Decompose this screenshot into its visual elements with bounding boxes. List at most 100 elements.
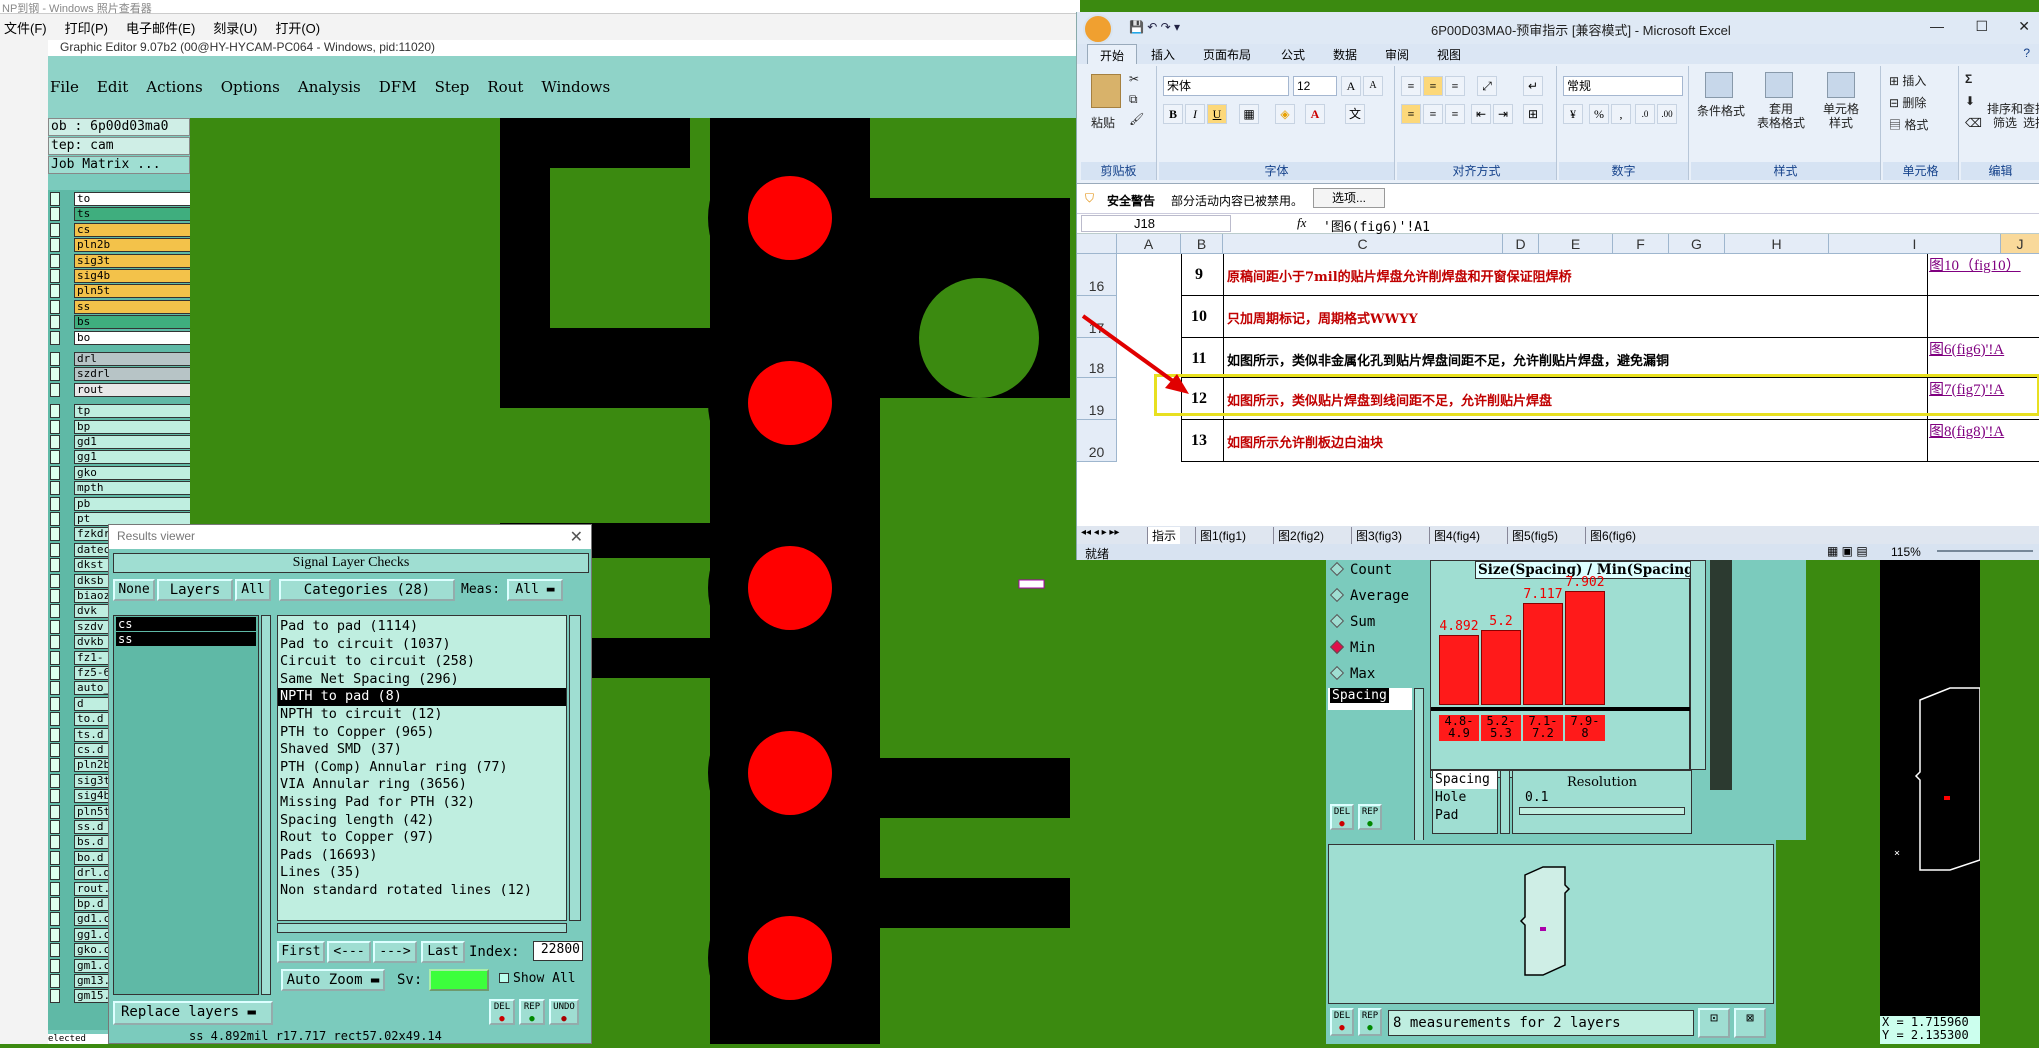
misc-toggle-30[interactable]	[50, 866, 60, 881]
col-header-c[interactable]: C	[1223, 234, 1503, 254]
radio-icon[interactable]	[1329, 587, 1345, 603]
categories-scrollbar[interactable]	[569, 615, 581, 921]
percent-icon[interactable]: %	[1589, 104, 1609, 124]
drill-toggle-2[interactable]	[50, 382, 60, 397]
stat-option-sum[interactable]: Sum	[1329, 613, 1375, 630]
misc-layer-3[interactable]: gg1	[74, 450, 200, 465]
sheet-grid[interactable]: A B C D E F G H I J 16 9 原稿间距小于7mil的贴片焊盘允许…	[1077, 234, 2039, 526]
bold-button[interactable]: B	[1163, 104, 1183, 124]
board-layer-5[interactable]: sig4b	[74, 269, 200, 283]
copy-icon[interactable]: ⧉	[1129, 92, 1138, 107]
item-link[interactable]: 图8(fig8)'!A	[1929, 424, 2029, 460]
security-options-button[interactable]: 选项...	[1313, 188, 1385, 208]
misc-toggle-12[interactable]	[50, 589, 60, 603]
stat-option-average[interactable]: Average	[1329, 587, 1409, 604]
sheet-tab-2[interactable]: 图2(fig2)	[1273, 527, 1328, 544]
category-item[interactable]: PTH to Copper (965)	[278, 724, 566, 742]
undo-button[interactable]: UNDO ●	[549, 999, 579, 1025]
viewer-menu-print[interactable]: 打印(P)	[65, 18, 108, 37]
categories-button[interactable]: Categories (28)	[279, 579, 455, 601]
category-item[interactable]: Rout to Copper (97)	[278, 829, 566, 847]
quick-access-toolbar[interactable]: 💾 ↶ ↷ ▾	[1129, 20, 1180, 34]
zoom-level[interactable]: 115%	[1891, 545, 1921, 559]
sheet-tab-5[interactable]: 图5(fig5)	[1507, 527, 1562, 544]
sheet-tab-3[interactable]: 图3(fig3)	[1351, 527, 1406, 544]
prev-button[interactable]: <---	[327, 941, 371, 963]
attribute-scrollbar[interactable]	[1500, 770, 1510, 834]
grow-font-icon[interactable]: A	[1341, 76, 1361, 96]
phonetic-icon[interactable]: 文	[1345, 104, 1365, 124]
board-toggle-7[interactable]	[50, 299, 60, 314]
category-item[interactable]: Circuit to circuit (258)	[278, 653, 566, 671]
tab-5[interactable]: 审阅	[1373, 44, 1421, 64]
item-link[interactable]: 图10（fig10）	[1929, 258, 2029, 294]
histogram-bar[interactable]	[1523, 603, 1563, 705]
misc-toggle-5[interactable]	[50, 481, 60, 496]
font-size-select[interactable]: 12	[1293, 76, 1337, 96]
board-toggle-8[interactable]	[50, 315, 60, 330]
shrink-font-icon[interactable]: A	[1363, 76, 1383, 96]
misc-toggle-37[interactable]	[50, 974, 60, 988]
attribute-item[interactable]: Hole	[1433, 789, 1497, 807]
tab-3[interactable]: 公式	[1269, 44, 1317, 64]
align-top-icon[interactable]: ≡	[1401, 76, 1421, 96]
col-header-e[interactable]: E	[1539, 234, 1613, 254]
decrease-indent-icon[interactable]: ⇤	[1471, 104, 1491, 124]
histogram-bar[interactable]	[1481, 630, 1521, 705]
del-button[interactable]: DEL ●	[489, 999, 515, 1025]
tab-0[interactable]: 开始	[1087, 44, 1138, 64]
increase-decimal-icon[interactable]: .0	[1635, 104, 1655, 124]
border-icon[interactable]: ▦	[1239, 104, 1259, 124]
ge-menu-edit[interactable]: Edit	[97, 78, 128, 96]
misc-toggle-22[interactable]	[50, 743, 60, 757]
hist-rep-button[interactable]: REP ●	[1358, 804, 1382, 830]
category-item[interactable]: Lines (35)	[278, 864, 566, 882]
format-painter-icon[interactable]: 🖌	[1129, 112, 1144, 126]
board-layer-2[interactable]: cs	[74, 222, 200, 237]
replace-layers-select[interactable]: Replace layers ▬	[113, 1001, 273, 1025]
conditional-format-label[interactable]: 条件格式	[1695, 102, 1747, 119]
board-toggle-9[interactable]	[50, 330, 60, 345]
sheet-tab-6[interactable]: 图6(fig6)	[1585, 527, 1640, 544]
misc-toggle-17[interactable]	[50, 666, 60, 680]
board-toggle-3[interactable]	[50, 238, 60, 253]
drill-layer-0[interactable]: drl	[74, 352, 200, 366]
board-layer-3[interactable]: pln2b	[74, 238, 200, 253]
histogram-bar[interactable]	[1439, 635, 1479, 705]
misc-toggle-36[interactable]	[50, 958, 60, 973]
index-input[interactable]: 22800	[533, 941, 583, 961]
board-toggle-1[interactable]	[50, 207, 60, 222]
misc-toggle-35[interactable]	[50, 943, 60, 958]
board-toggle-4[interactable]	[50, 253, 60, 268]
misc-toggle-23[interactable]	[50, 758, 60, 773]
detail-del-button[interactable]: DEL ●	[1330, 1008, 1354, 1036]
help-icon[interactable]: ?	[2023, 46, 2030, 60]
misc-toggle-10[interactable]	[50, 558, 60, 573]
categories-list[interactable]: Pad to pad (1114) Pad to circuit (1037) Ci…	[277, 615, 567, 921]
all-button[interactable]: All	[235, 579, 271, 601]
misc-toggle-13[interactable]	[50, 604, 60, 619]
category-item[interactable]: Pad to circuit (1037)	[278, 636, 566, 654]
misc-toggle-21[interactable]	[50, 727, 60, 742]
viewer-menu-burn[interactable]: 刻录(U)	[213, 18, 257, 37]
rep-button[interactable]: REP ●	[519, 999, 545, 1025]
sheet-tab-4[interactable]: 图4(fig4)	[1429, 527, 1484, 544]
misc-toggle-4[interactable]	[50, 465, 60, 480]
misc-toggle-34[interactable]	[50, 927, 60, 942]
attribute-list[interactable]: Spacing Hole Pad	[1432, 770, 1498, 834]
name-box[interactable]: J18	[1081, 215, 1231, 232]
misc-toggle-32[interactable]	[50, 897, 60, 911]
clear-icon[interactable]: ⌫	[1965, 116, 1982, 130]
col-header-a[interactable]: A	[1117, 234, 1181, 254]
table-format-icon[interactable]	[1765, 72, 1793, 98]
category-item[interactable]: Pad to pad (1114)	[278, 618, 566, 636]
next-button[interactable]: --->	[373, 941, 417, 963]
show-all-checkbox[interactable]	[499, 973, 509, 983]
misc-toggle-19[interactable]	[50, 696, 60, 711]
misc-toggle-29[interactable]	[50, 850, 60, 865]
radio-icon[interactable]	[1329, 639, 1345, 655]
conditional-format-icon[interactable]	[1705, 72, 1733, 98]
misc-toggle-6[interactable]	[50, 496, 60, 511]
board-toggle-5[interactable]	[50, 269, 60, 283]
category-item[interactable]: Shaved SMD (37)	[278, 741, 566, 759]
